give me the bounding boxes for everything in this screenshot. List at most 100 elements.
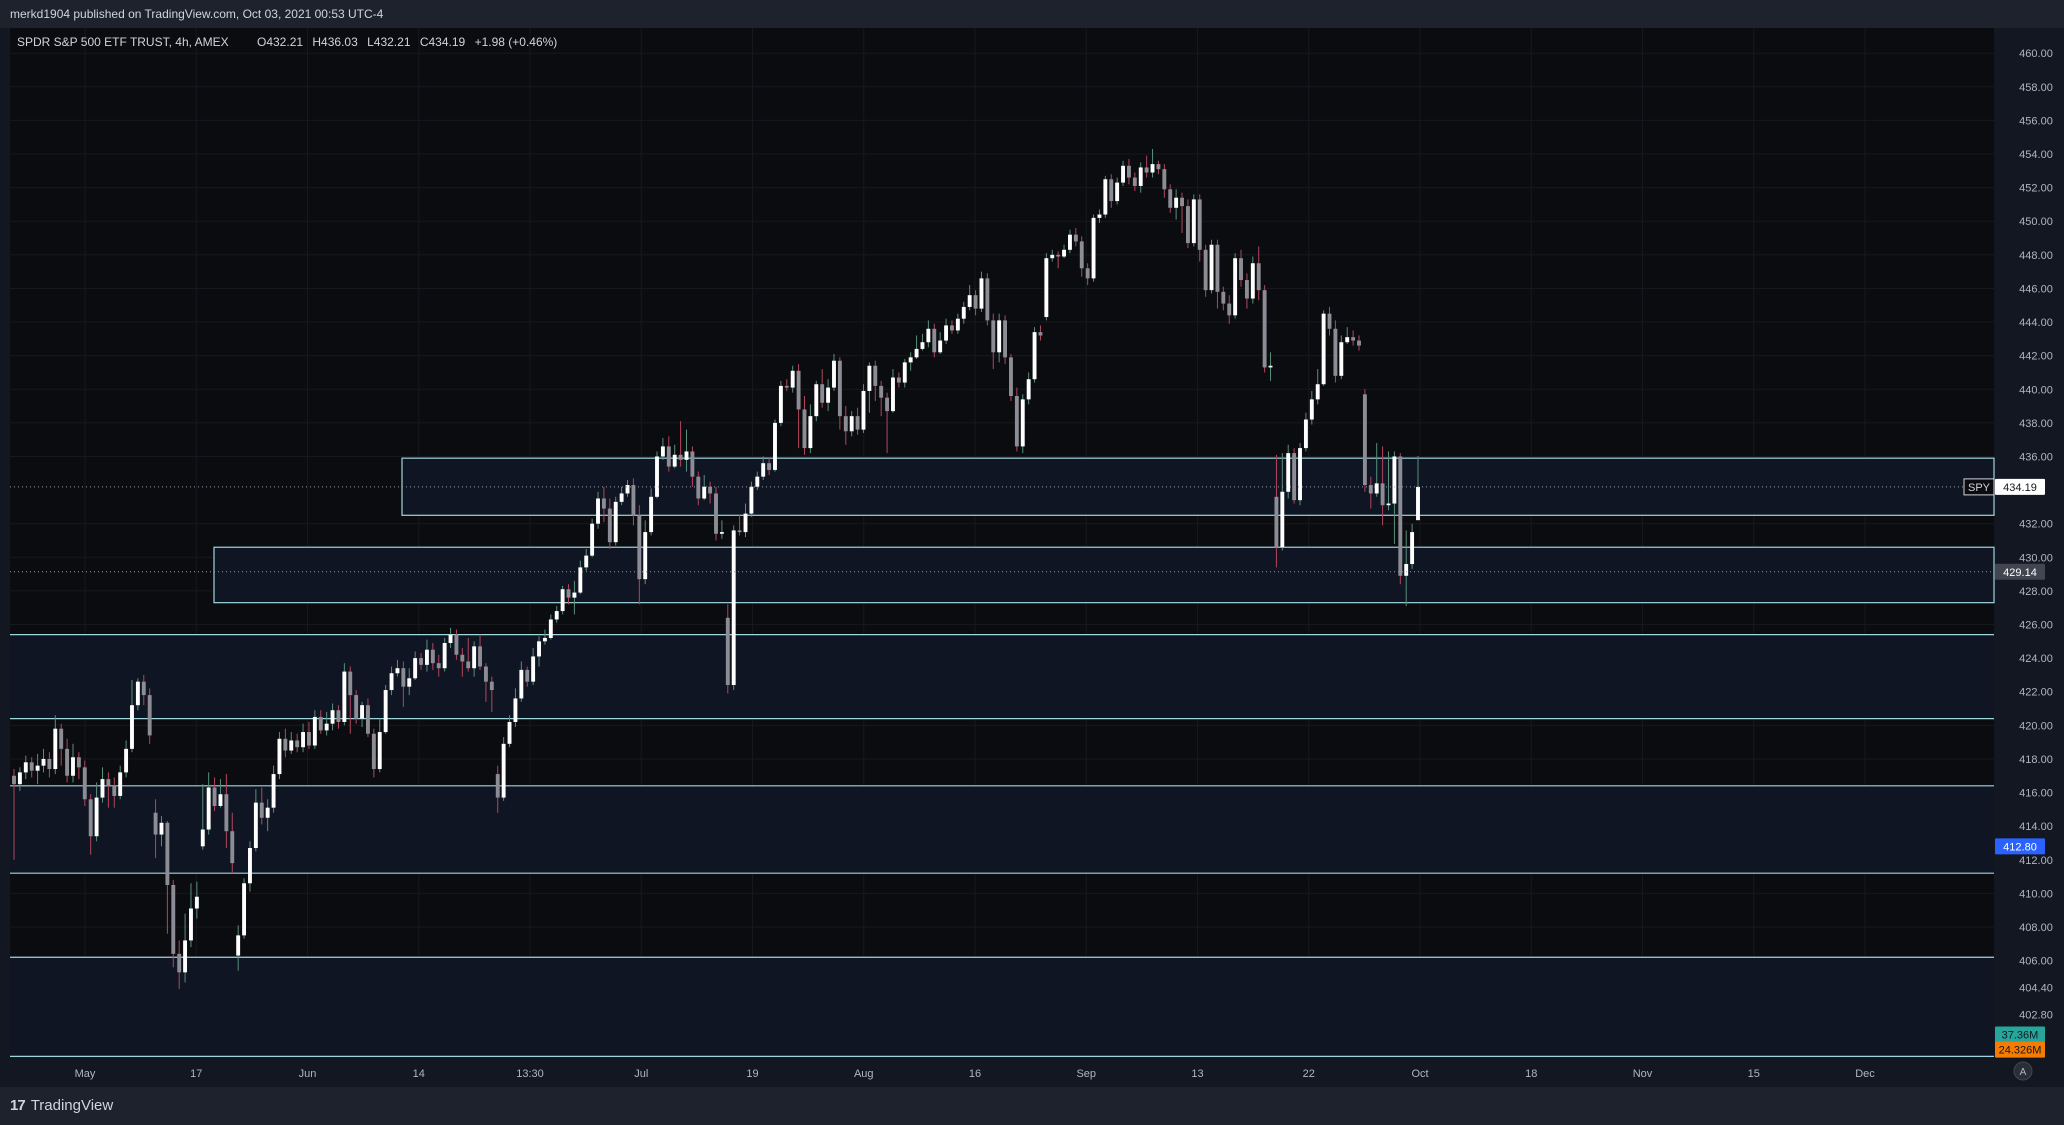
candle-body bbox=[41, 758, 46, 766]
candle-body bbox=[395, 668, 400, 674]
candle-body bbox=[784, 385, 789, 388]
candle-body bbox=[944, 325, 949, 341]
candle-body bbox=[230, 831, 235, 864]
time-tick-label: 13 bbox=[1191, 1068, 1203, 1080]
legend-low: L432.21 bbox=[367, 35, 411, 49]
candle-body bbox=[183, 940, 188, 973]
candlestick-chart[interactable]: SPDR S&P 500 ETF TRUST, 4h, AMEX O432.21… bbox=[10, 28, 2064, 1087]
candle-body bbox=[1303, 419, 1308, 449]
candle bbox=[655, 451, 659, 499]
candle-body bbox=[666, 446, 671, 467]
candle-body bbox=[625, 485, 630, 494]
candle-body bbox=[542, 637, 547, 642]
candle-body bbox=[1345, 337, 1350, 343]
price-tick-label: 426.00 bbox=[2019, 620, 2053, 632]
candle-body bbox=[1121, 165, 1125, 183]
candle-body bbox=[1244, 280, 1249, 299]
candle-body bbox=[554, 611, 559, 620]
candle bbox=[1292, 448, 1297, 504]
price-tick-label: 428.00 bbox=[2019, 586, 2053, 598]
candle-body bbox=[678, 454, 683, 460]
candle-body bbox=[796, 370, 801, 410]
candle-body bbox=[867, 365, 872, 391]
candle-body bbox=[1262, 290, 1267, 368]
supply-demand-zone bbox=[213, 546, 1995, 604]
candle-body bbox=[902, 362, 907, 383]
candle bbox=[1333, 320, 1338, 383]
candle-body bbox=[318, 716, 323, 731]
candle-body bbox=[672, 454, 677, 467]
candle bbox=[590, 518, 595, 558]
candle-body bbox=[360, 705, 364, 719]
candle-body bbox=[430, 649, 435, 664]
candle-body bbox=[1327, 313, 1332, 329]
candle-body bbox=[637, 515, 642, 580]
price-tick-label: 454.00 bbox=[2019, 149, 2053, 161]
level-band bbox=[10, 785, 1994, 874]
candle-body bbox=[236, 935, 241, 956]
candle-body bbox=[660, 446, 665, 457]
price-tick-label: 448.00 bbox=[2019, 250, 2053, 262]
tradingview-logo-icon: 17 bbox=[10, 1097, 26, 1114]
candle bbox=[731, 525, 736, 691]
candle-body bbox=[1020, 399, 1025, 447]
candle-body bbox=[1239, 258, 1243, 281]
tradingview-brand[interactable]: 17 TradingView bbox=[10, 1097, 113, 1114]
legend-ohlc: O432.21 H436.03 L432.21 C434.19 +1.98 (+… bbox=[257, 35, 557, 49]
candle-body bbox=[1398, 456, 1403, 576]
candle-body bbox=[330, 710, 335, 724]
candle-body bbox=[283, 738, 288, 751]
price-tick-label: 440.00 bbox=[2019, 384, 2053, 396]
candle-body bbox=[560, 589, 565, 612]
candle-body bbox=[501, 743, 506, 798]
candle bbox=[1185, 199, 1190, 249]
candle bbox=[1233, 253, 1238, 319]
candle-body bbox=[1333, 328, 1338, 376]
price-tick-label: 422.00 bbox=[2019, 687, 2053, 699]
candle-body bbox=[1274, 496, 1279, 548]
candle-body bbox=[973, 295, 978, 309]
candle-body bbox=[301, 732, 306, 748]
candle-body bbox=[312, 716, 317, 746]
candle-body bbox=[755, 476, 760, 487]
candle-body bbox=[731, 530, 736, 686]
candle-body bbox=[82, 767, 87, 800]
legend-change: +1.98 (+0.46%) bbox=[475, 35, 558, 49]
candle-body bbox=[1079, 241, 1084, 269]
candle-body bbox=[259, 802, 264, 818]
candle-body bbox=[1203, 249, 1208, 291]
candle-body bbox=[802, 409, 807, 449]
chart-pane[interactable]: SPDR S&P 500 ETF TRUST, 4h, AMEX O432.21… bbox=[10, 28, 2064, 1087]
price-tick-label: 410.00 bbox=[2019, 888, 2053, 900]
time-tick-label: 18 bbox=[1525, 1068, 1537, 1080]
candle-body bbox=[65, 748, 70, 776]
candle-body bbox=[478, 646, 482, 667]
candle-body bbox=[307, 732, 311, 746]
candle-body bbox=[124, 748, 129, 773]
candle-body bbox=[189, 908, 193, 941]
candle-body bbox=[1009, 357, 1013, 396]
candle-body bbox=[1091, 217, 1096, 279]
candle bbox=[778, 380, 783, 427]
candle-body bbox=[761, 463, 766, 477]
candle-body bbox=[1416, 486, 1420, 521]
candle-body bbox=[1362, 394, 1367, 486]
time-tick-label: Sep bbox=[1076, 1068, 1096, 1080]
candle-body bbox=[135, 681, 140, 706]
candle-body bbox=[1109, 179, 1114, 202]
candle-body bbox=[118, 772, 123, 796]
candle bbox=[1191, 194, 1196, 247]
candle-body bbox=[979, 278, 984, 309]
candle-body bbox=[35, 765, 40, 771]
candle-body bbox=[377, 732, 382, 770]
auto-scale-button[interactable]: A bbox=[2013, 1061, 2033, 1081]
candle-body bbox=[366, 705, 370, 734]
candle-body bbox=[1368, 485, 1373, 494]
candle-body bbox=[218, 794, 223, 806]
candle-body bbox=[389, 673, 394, 691]
candle-body bbox=[1357, 340, 1361, 346]
candle-body bbox=[177, 953, 182, 973]
candle-body bbox=[690, 451, 695, 477]
candle-body bbox=[507, 721, 512, 744]
candle bbox=[1250, 256, 1255, 304]
